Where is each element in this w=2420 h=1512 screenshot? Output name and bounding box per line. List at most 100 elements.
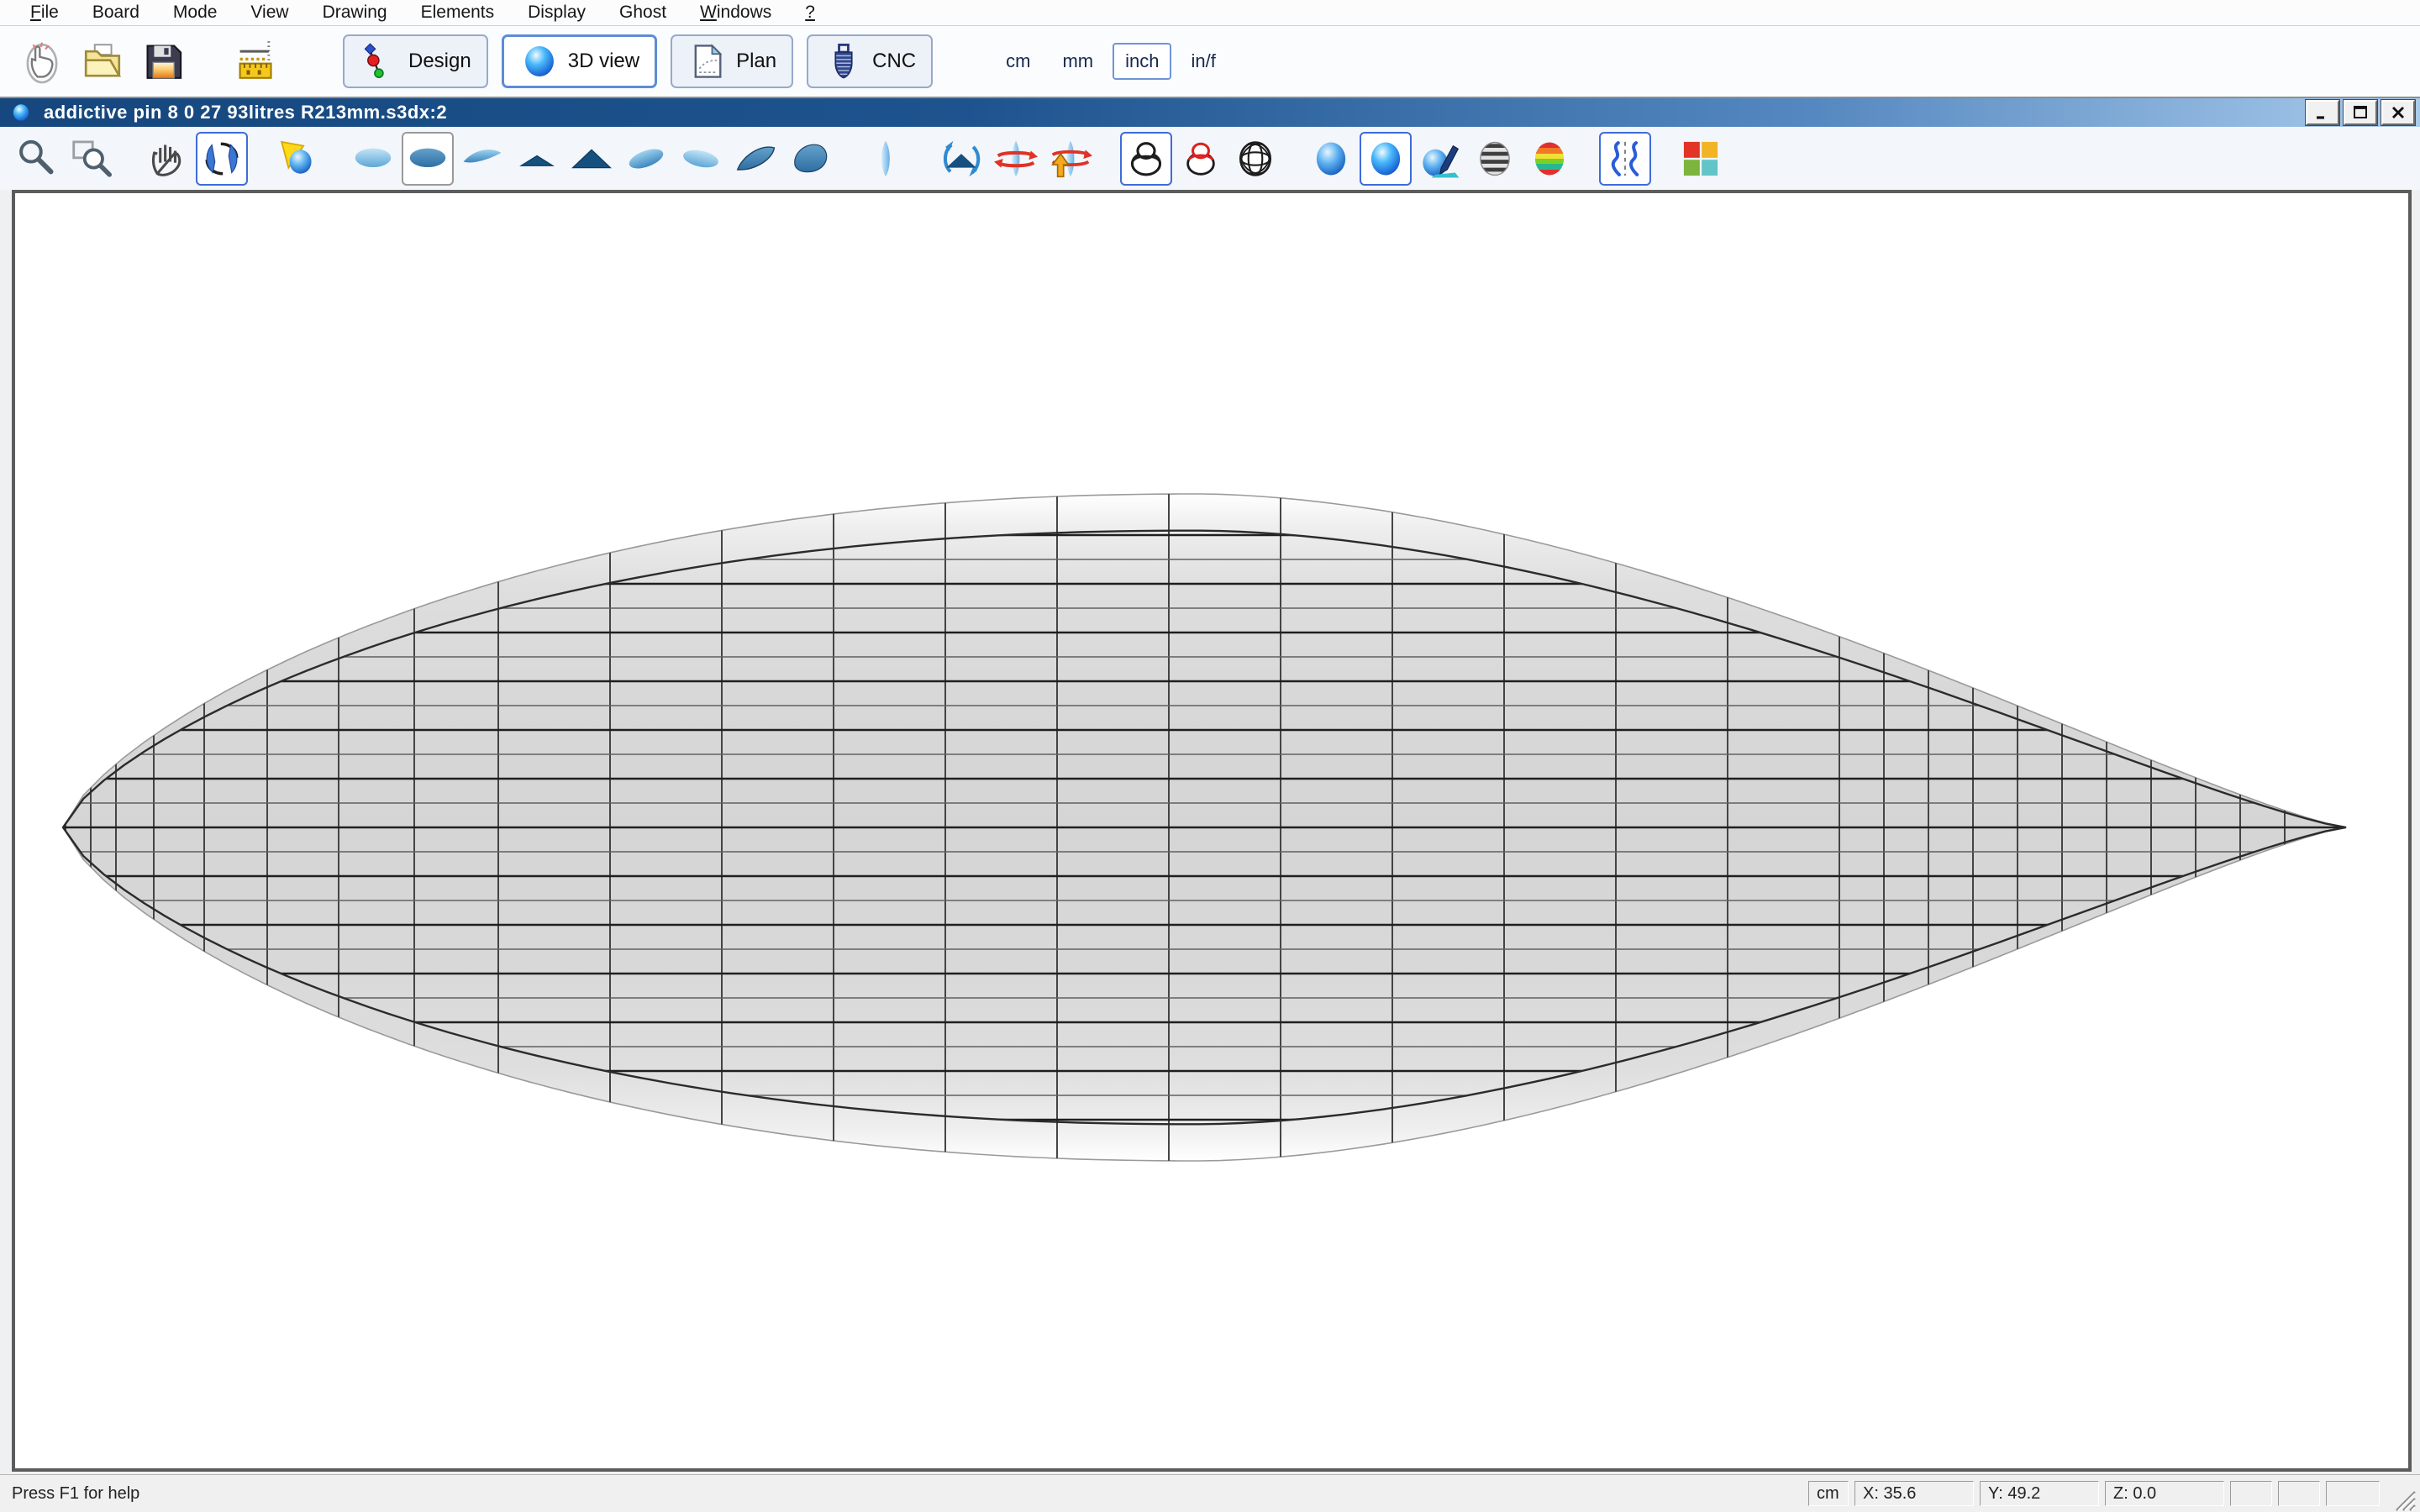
zoom-window-button[interactable] xyxy=(66,132,118,186)
mode-button-design[interactable]: Design xyxy=(343,34,488,88)
color-squares-icon xyxy=(1679,137,1723,181)
pan-hand-icon xyxy=(145,137,189,181)
sphere-3d-icon xyxy=(10,102,32,123)
viewport-canvas[interactable] xyxy=(12,190,2412,1472)
light-icon xyxy=(276,137,319,181)
unit-button-inch[interactable]: inch xyxy=(1113,43,1171,80)
menu-item-ghost[interactable]: Ghost xyxy=(602,0,683,25)
zoom-button[interactable] xyxy=(11,132,63,186)
rocker-side-icon xyxy=(460,137,504,181)
status-z: Z: 0.0 xyxy=(2105,1481,2224,1506)
wireframe-red-button[interactable] xyxy=(1175,132,1227,186)
front-view-large-icon xyxy=(570,137,613,181)
perspective-bottom-icon xyxy=(679,137,723,181)
save-icon xyxy=(139,37,187,86)
paint-sphere-button[interactable] xyxy=(1414,132,1466,186)
new-board-button[interactable] xyxy=(12,31,72,92)
move-board-icon xyxy=(1049,137,1092,181)
status-empty-panel xyxy=(2278,1481,2320,1506)
rocker-side-button[interactable] xyxy=(456,132,508,186)
rainbow-sphere-button[interactable] xyxy=(1523,132,1576,186)
open-folder-button[interactable] xyxy=(72,31,133,92)
mode-button-label: CNC xyxy=(872,50,916,73)
mode-button-label: Design xyxy=(408,50,471,73)
design-icon xyxy=(360,41,400,81)
shaded-sphere-button[interactable] xyxy=(1305,132,1357,186)
status-empty-panel xyxy=(2326,1481,2380,1506)
mesh-button[interactable] xyxy=(1229,132,1281,186)
surfboard-3d-view[interactable] xyxy=(15,193,2408,1468)
menu-item-windows[interactable]: Windows xyxy=(683,0,788,25)
rotate-view-icon xyxy=(939,137,983,181)
perspective-blob-button[interactable] xyxy=(784,132,836,186)
perspective-top-button[interactable] xyxy=(620,132,672,186)
menu-item-drawing[interactable]: Drawing xyxy=(306,0,404,25)
menu-item-display[interactable]: Display xyxy=(511,0,602,25)
mesh-icon xyxy=(1234,137,1277,181)
outline-top-button[interactable] xyxy=(347,132,399,186)
main-toolbar: Design 3D view Plan CNC cmmminchin/f xyxy=(0,26,2420,98)
perspective-bottom-button[interactable] xyxy=(675,132,727,186)
rotate-3d-button[interactable] xyxy=(196,132,248,186)
status-bar: Press F1 for help cmX: 35.6Y: 49.2Z: 0.0 xyxy=(0,1474,2420,1512)
menu-item-mode[interactable]: Mode xyxy=(156,0,234,25)
striped-sphere-icon xyxy=(1473,137,1517,181)
status-x: X: 35.6 xyxy=(1854,1481,1974,1506)
unit-button-cm[interactable]: cm xyxy=(993,43,1043,80)
mode-button-3d-view[interactable]: 3D view xyxy=(502,34,657,88)
wireframe-button[interactable] xyxy=(1120,132,1172,186)
save-button[interactable] xyxy=(133,31,193,92)
close-button[interactable] xyxy=(2381,100,2415,125)
striped-sphere-button[interactable] xyxy=(1469,132,1521,186)
maximize-button[interactable] xyxy=(2344,100,2377,125)
menu-item-view[interactable]: View xyxy=(234,0,305,25)
rotate-view-button[interactable] xyxy=(935,132,987,186)
open-folder-icon xyxy=(78,37,127,86)
front-view-small-icon xyxy=(515,137,559,181)
minimize-icon xyxy=(2313,104,2332,121)
board-front-icon xyxy=(864,137,908,181)
board-front-button[interactable] xyxy=(860,132,912,186)
light-button[interactable] xyxy=(271,132,324,186)
mode-button-plan[interactable]: Plan xyxy=(671,34,793,88)
document-sphere-icon xyxy=(10,101,34,124)
document-titlebar[interactable]: addictive pin 8 0 27 93litres R213mm.s3d… xyxy=(0,98,2420,127)
status-y: Y: 49.2 xyxy=(1980,1481,2099,1506)
front-view-small-button[interactable] xyxy=(511,132,563,186)
plan-icon xyxy=(687,41,728,81)
unit-button-in-f[interactable]: in/f xyxy=(1178,43,1228,80)
minimize-button[interactable] xyxy=(2306,100,2339,125)
shaded-sphere-icon xyxy=(1309,137,1353,181)
spin-board-button[interactable] xyxy=(990,132,1042,186)
view-toolbar xyxy=(0,127,2420,190)
perspective-wing-button[interactable] xyxy=(729,132,781,186)
maximize-icon xyxy=(2351,104,2370,121)
menu-item-board[interactable]: Board xyxy=(76,0,156,25)
unit-button-mm[interactable]: mm xyxy=(1050,43,1106,80)
menu-item-file[interactable]: File xyxy=(13,0,76,25)
menu-item--[interactable]: ? xyxy=(788,0,832,25)
front-view-large-button[interactable] xyxy=(566,132,618,186)
menu-item-elements[interactable]: Elements xyxy=(404,0,512,25)
mode-button-label: 3D view xyxy=(568,50,639,73)
menu-bar: FileBoardModeViewDrawingElementsDisplayG… xyxy=(0,0,2420,26)
close-icon xyxy=(2389,104,2407,121)
spin-board-icon xyxy=(994,137,1038,181)
paint-sphere-icon xyxy=(1418,137,1462,181)
zoom-window-icon xyxy=(70,137,113,181)
color-squares-button[interactable] xyxy=(1675,132,1727,186)
sphere-3d-icon xyxy=(519,41,560,81)
outline-top-icon xyxy=(351,137,395,181)
move-board-button[interactable] xyxy=(1044,132,1097,186)
status-unit: cm xyxy=(1808,1481,1849,1506)
flex-curves-button[interactable] xyxy=(1599,132,1651,186)
perspective-top-icon xyxy=(624,137,668,181)
perspective-blob-icon xyxy=(788,137,832,181)
dimensions-button[interactable] xyxy=(229,31,289,92)
perspective-wing-icon xyxy=(734,137,777,181)
pan-hand-button[interactable] xyxy=(141,132,193,186)
outline-bottom-button[interactable] xyxy=(402,132,454,186)
mode-button-cnc[interactable]: CNC xyxy=(807,34,933,88)
bright-sphere-button[interactable] xyxy=(1360,132,1412,186)
resize-grip-icon[interactable] xyxy=(2388,1483,2417,1512)
